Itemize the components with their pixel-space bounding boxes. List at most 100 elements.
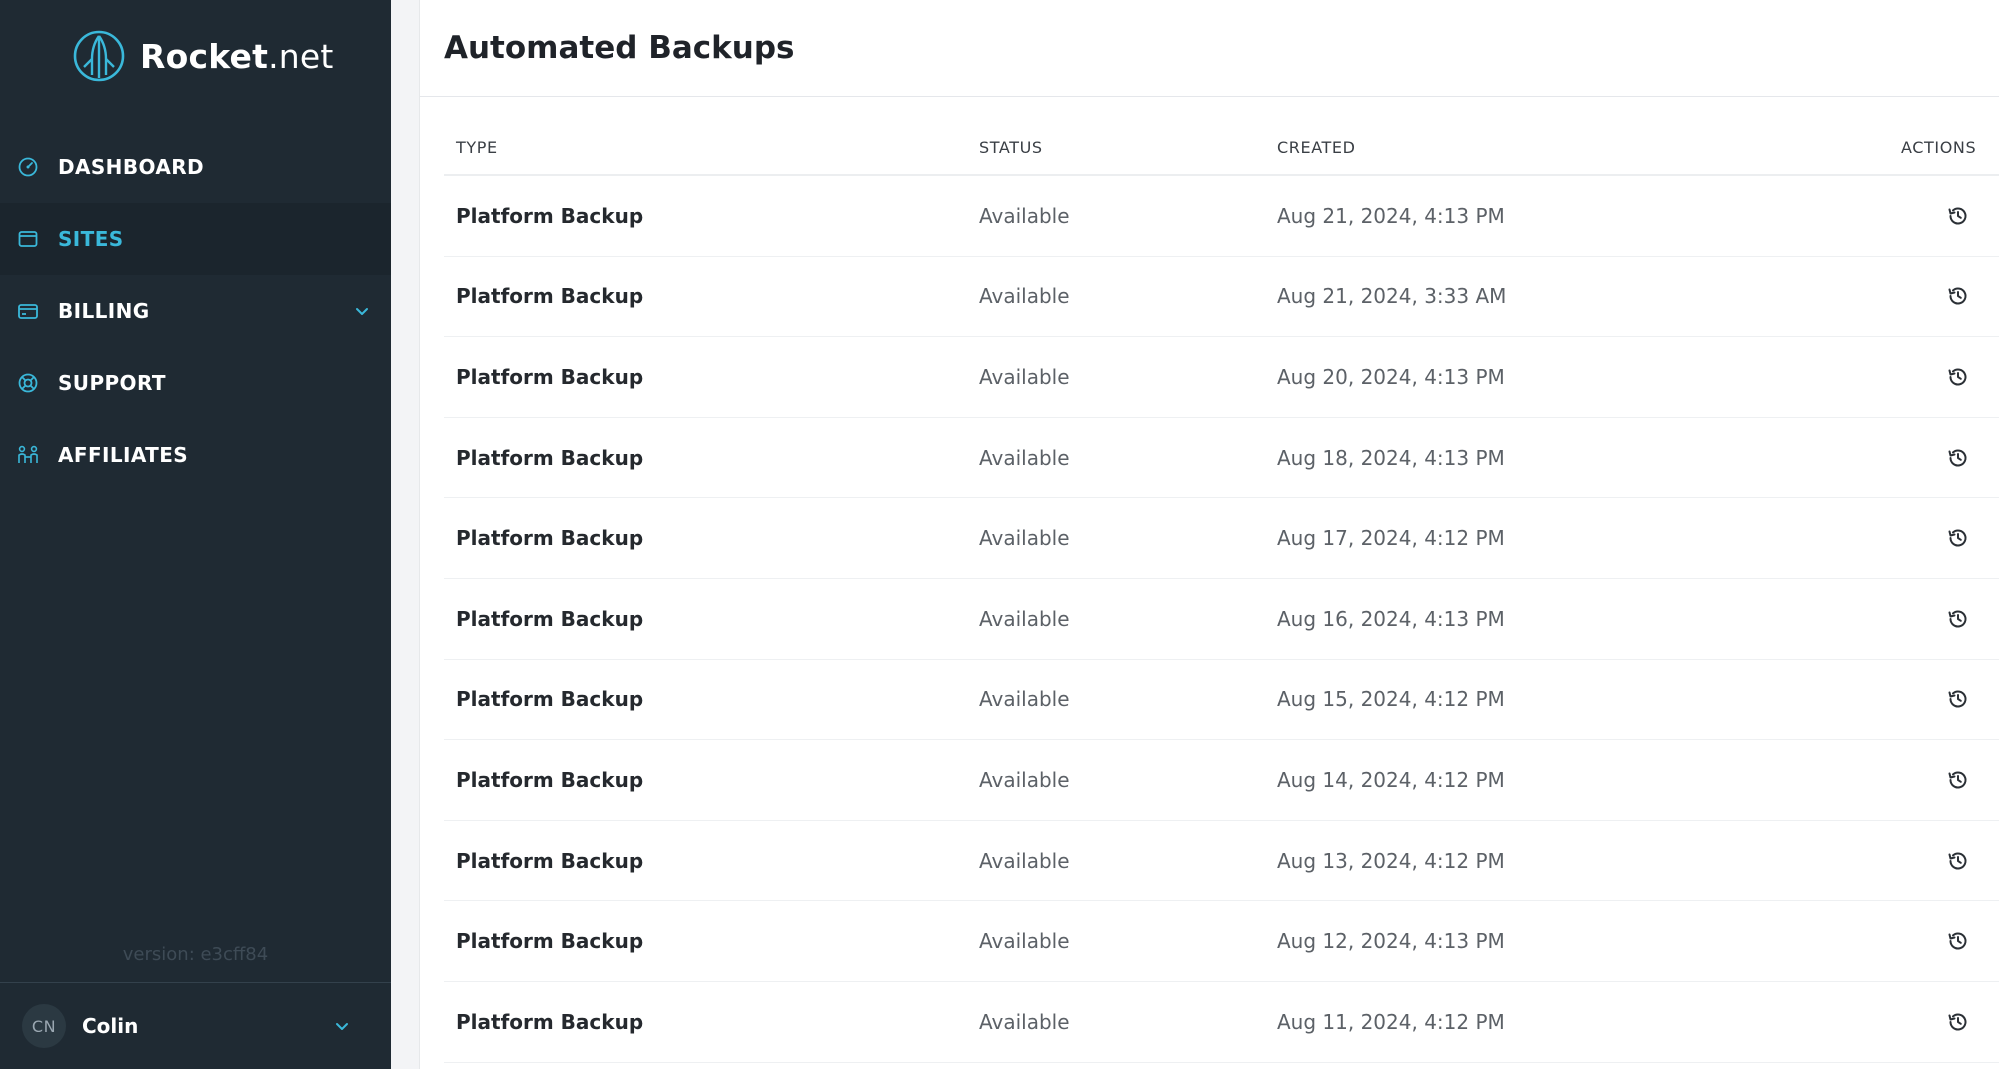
sidebar-item-label: SUPPORT [58,371,166,395]
sidebar-item-label: DASHBOARD [58,155,205,179]
backup-created: Aug 21, 2024, 4:13 PM [1277,203,1505,228]
actions-cell [1901,760,1978,800]
table-row: Platform Backup Available Aug 12, 2024, … [444,901,1999,982]
backup-type: Platform Backup [456,1009,644,1034]
backup-status: Available [979,364,1070,389]
actions-cell [1901,679,1978,719]
actions-cell [1901,1002,1978,1042]
table-row: Platform Backup Available Aug 17, 2024, … [444,498,1999,579]
restore-button[interactable] [1938,841,1978,881]
version-text: version: e3cff84 [122,944,269,965]
logo[interactable]: Rocket.net [72,28,334,84]
restore-button[interactable] [1938,760,1978,800]
restore-button[interactable] [1938,599,1978,639]
table-row: Platform Backup Available Aug 13, 2024, … [444,821,1999,902]
backup-status: Available [979,606,1070,631]
brand-suffix: .net [268,36,334,76]
gauge-icon [16,155,40,179]
sidebar: Rocket.net DASHBOARD SITES BILLING SUPPO… [0,0,391,1069]
restore-history-icon [1948,287,1967,305]
actions-cell [1901,357,1978,397]
actions-cell [1901,841,1978,881]
backup-status: Available [979,848,1070,873]
avatar: CN [22,1004,66,1048]
restore-history-icon [1948,1013,1967,1031]
brand-name: Rocket [140,36,269,76]
backup-created: Aug 12, 2024, 4:13 PM [1277,929,1505,954]
backup-type: Platform Backup [456,445,644,470]
actions-cell [1901,196,1978,236]
backup-type: Platform Backup [456,929,644,954]
column-header-created: CREATED [1277,137,1356,157]
table-row: Platform Backup Available Aug 21, 2024, … [444,257,1999,338]
sidebar-item-label: BILLING [58,299,150,323]
chevron-down-icon[interactable] [333,1017,351,1039]
sidebar-item-sites[interactable]: SITES [0,203,391,275]
backup-type: Platform Backup [456,364,644,389]
table-row: Platform Backup Available Aug 11, 2024, … [444,982,1999,1063]
backup-type: Platform Backup [456,526,644,551]
backup-created: Aug 16, 2024, 4:13 PM [1277,606,1505,631]
restore-button[interactable] [1938,357,1978,397]
backup-created: Aug 18, 2024, 4:13 PM [1277,445,1505,470]
backup-status: Available [979,687,1070,712]
restore-history-icon [1948,368,1967,386]
table-row: Platform Backup Available Aug 20, 2024, … [444,337,1999,418]
restore-button[interactable] [1938,679,1978,719]
backup-status: Available [979,445,1070,470]
restore-history-icon [1948,932,1967,950]
lifebuoy-icon [16,371,40,395]
table-row: Platform Backup Available Aug 15, 2024, … [444,660,1999,741]
backup-status: Available [979,284,1070,309]
actions-cell [1901,518,1978,558]
restore-button[interactable] [1938,518,1978,558]
column-header-type: TYPE [456,137,498,157]
backup-created: Aug 13, 2024, 4:12 PM [1277,848,1505,873]
sidebar-item-affiliates[interactable]: AFFILIATES [0,419,391,491]
restore-history-icon [1948,449,1967,467]
sidebar-item-support[interactable]: SUPPORT [0,347,391,419]
sidebar-item-dashboard[interactable]: DASHBOARD [0,131,391,203]
restore-history-icon [1948,529,1967,547]
backup-created: Aug 11, 2024, 4:12 PM [1277,1009,1505,1034]
backup-type: Platform Backup [456,848,644,873]
sidebar-item-billing[interactable]: BILLING [0,275,391,347]
restore-history-icon [1948,207,1967,225]
backups-table: TYPE STATUS CREATED ACTIONS Platform Bac… [444,120,1999,1063]
sidebar-nav: DASHBOARD SITES BILLING SUPPORT AFFILIAT… [0,131,391,491]
restore-button[interactable] [1938,438,1978,478]
restore-button[interactable] [1938,1002,1978,1042]
backup-status: Available [979,203,1070,228]
backup-created: Aug 21, 2024, 3:33 AM [1277,284,1507,309]
credit-card-icon [16,299,40,323]
backup-created: Aug 20, 2024, 4:13 PM [1277,364,1505,389]
backup-status: Available [979,526,1070,551]
user-menu[interactable]: CN Colin [0,982,391,1069]
table-row: Platform Backup Available Aug 18, 2024, … [444,418,1999,499]
column-header-status: STATUS [979,137,1043,157]
actions-cell [1901,921,1978,961]
backup-created: Aug 14, 2024, 4:12 PM [1277,767,1505,792]
restore-history-icon [1948,852,1967,870]
backup-type: Platform Backup [456,767,644,792]
backup-type: Platform Backup [456,284,644,309]
page-header: Automated Backups [420,0,1999,97]
table-row: Platform Backup Available Aug 16, 2024, … [444,579,1999,660]
restore-button[interactable] [1938,921,1978,961]
restore-button[interactable] [1938,196,1978,236]
sidebar-item-label: AFFILIATES [58,443,189,467]
restore-history-icon [1948,610,1967,628]
main-content: Automated Backups TYPE STATUS CREATED AC… [419,0,1999,1069]
rocket-logo-icon [73,30,125,82]
actions-cell [1901,276,1978,316]
sidebar-item-label: SITES [58,227,124,251]
backup-created: Aug 17, 2024, 4:12 PM [1277,526,1505,551]
backup-status: Available [979,1009,1070,1034]
backup-status: Available [979,767,1070,792]
restore-button[interactable] [1938,276,1978,316]
user-name: Colin [82,1014,139,1038]
actions-cell [1901,599,1978,639]
backup-type: Platform Backup [456,203,644,228]
actions-cell [1901,438,1978,478]
chevron-down-icon[interactable] [353,302,371,324]
